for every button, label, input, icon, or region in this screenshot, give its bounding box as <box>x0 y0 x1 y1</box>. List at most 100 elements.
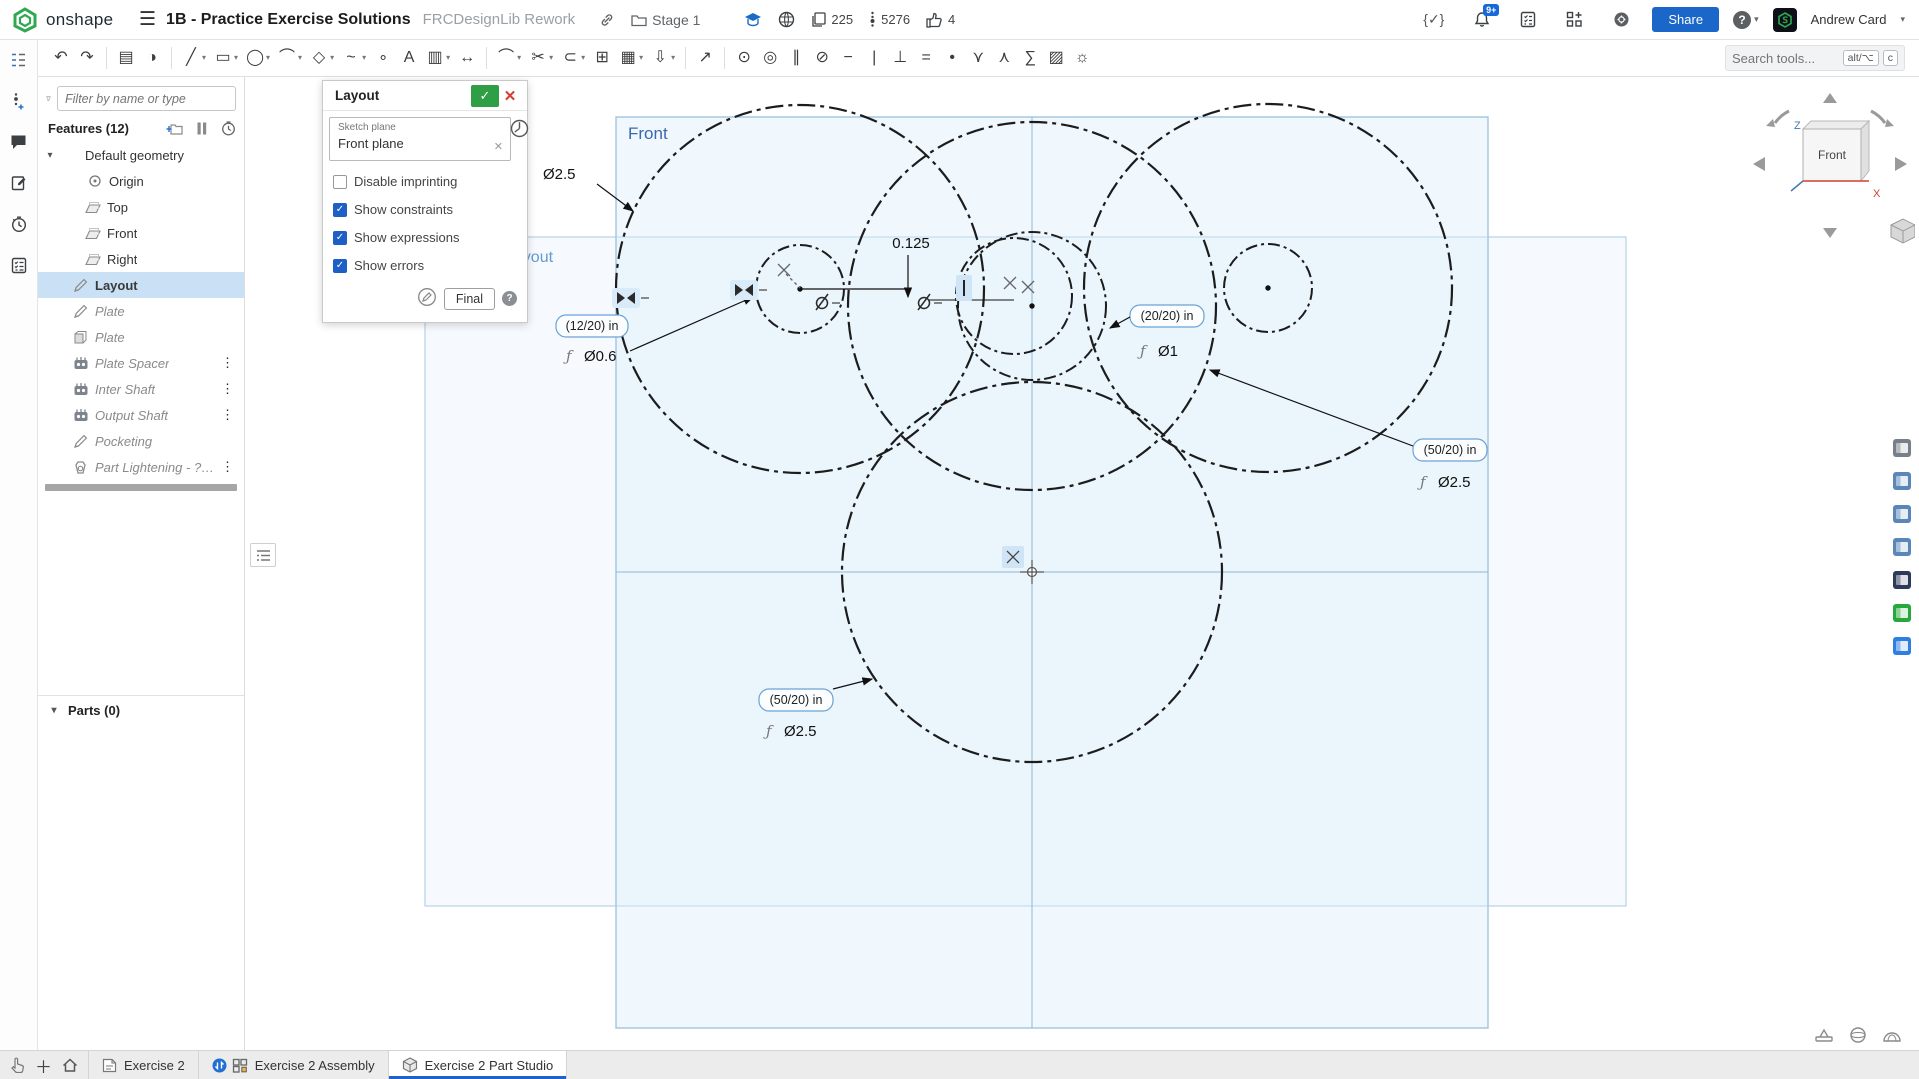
feature-row-plate[interactable]: Plate <box>38 324 244 350</box>
tool-chevron-down-icon[interactable]: ▾ <box>639 54 643 62</box>
midpoint-constraint-icon[interactable]: • <box>939 47 965 69</box>
feature-row-origin[interactable]: Origin <box>38 168 244 194</box>
feature-row-part-lightening[interactable]: Part Lightening - ? ... ⋮ <box>38 454 244 480</box>
perpendicular-constraint-icon[interactable]: ⊥ <box>887 47 913 69</box>
copies-stat[interactable]: 225 <box>811 12 853 28</box>
parts-header[interactable]: ▾ Parts (0) <box>38 695 244 725</box>
tool-chevron-down-icon[interactable]: ▾ <box>202 54 206 62</box>
panel-three-icon[interactable] <box>1891 536 1913 558</box>
tool-chevron-down-icon[interactable]: ▾ <box>671 54 675 62</box>
symmetric-constraint-icon[interactable]: ⋎ <box>965 47 991 69</box>
dxf-icon[interactable]: ⇩ ▾ <box>647 47 679 69</box>
drawing-panel-icon[interactable] <box>1891 635 1913 657</box>
link-icon[interactable] <box>599 12 615 28</box>
clear-selection-icon[interactable]: ✕ <box>494 140 503 153</box>
checkbox-row-show-errors[interactable]: ✓ Show errors <box>333 258 521 273</box>
feature-row-front[interactable]: Front <box>38 220 244 246</box>
curve-pattern-icon[interactable]: ∑ <box>1017 47 1043 69</box>
circle-tool-icon[interactable]: ◯ ▾ <box>242 47 274 69</box>
parallel-constraint-icon[interactable]: ∥ <box>783 47 809 69</box>
sphere-icon[interactable] <box>1847 1025 1869 1045</box>
offset-icon[interactable]: ⊂ ▾ <box>557 47 589 69</box>
checkbox-row-show-expressions[interactable]: ✓ Show expressions <box>333 230 521 245</box>
public-icon[interactable] <box>778 11 795 28</box>
user-chevron-down-icon[interactable]: ▾ <box>1900 14 1905 25</box>
cube-top-face[interactable] <box>1803 121 1869 129</box>
final-button[interactable]: Final <box>444 288 495 310</box>
equal-constraint-icon[interactable]: = <box>913 47 939 69</box>
feature-status-dots-icon[interactable]: ⋮ <box>221 407 238 423</box>
ai-advisor-icon[interactable] <box>1613 11 1630 28</box>
new-folder-icon[interactable] <box>166 122 183 136</box>
feature-status-dots-icon[interactable]: ⋮ <box>221 459 238 475</box>
filter-icon[interactable] <box>46 91 51 106</box>
roll-ccw-arrowhead[interactable] <box>1766 119 1775 127</box>
sketch-icon[interactable]: ▤ <box>113 47 139 69</box>
dia-top-left-text[interactable]: Ø2.5 <box>543 166 576 183</box>
hatch-icon[interactable]: ▨ <box>1043 47 1069 69</box>
rotate-left-arrow[interactable] <box>1753 157 1765 171</box>
views-stat[interactable]: 5276 <box>869 11 910 28</box>
tool-chevron-down-icon[interactable]: ▾ <box>549 54 553 62</box>
offset-dim-text[interactable]: 0.125 <box>892 235 930 252</box>
point-tool-icon[interactable]: ∘ <box>370 47 396 69</box>
origin-constraint-box[interactable] <box>1002 546 1024 568</box>
checkbox-row-disable-imprinting[interactable]: Disable imprinting <box>333 174 521 189</box>
tool-chevron-down-icon[interactable]: ▾ <box>581 54 585 62</box>
feature-row-pocketing[interactable]: Pocketing <box>38 428 244 454</box>
panel-one-icon[interactable] <box>1891 470 1913 492</box>
apps-icon[interactable] <box>1566 11 1583 28</box>
feature-row-inter-shaft[interactable]: Inter Shaft ⋮ <box>38 376 244 402</box>
dialog-header[interactable]: Layout ✓ ✕ <box>323 81 527 111</box>
sketch-dialog-icon[interactable] <box>417 287 437 310</box>
normal-constraint-icon[interactable]: ⋏ <box>991 47 1017 69</box>
view-cube-face-label[interactable]: Front <box>1818 148 1847 162</box>
notes-icon[interactable] <box>9 173 29 193</box>
document-tab-exercise-2-part-studio[interactable]: Exercise 2 Part Studio <box>389 1051 568 1079</box>
tool-chevron-down-icon[interactable]: ▾ <box>330 54 334 62</box>
tangent-constraint-icon[interactable]: ⊘ <box>809 47 835 69</box>
redo-icon[interactable]: ↷ <box>74 47 100 69</box>
tool-chevron-down-icon[interactable]: ▾ <box>362 54 366 62</box>
document-tab-exercise-2-assembly[interactable]: Exercise 2 Assembly <box>199 1051 389 1079</box>
accept-button[interactable]: ✓ <box>471 85 499 107</box>
history-clock-icon[interactable] <box>510 119 529 141</box>
folder-breadcrumb[interactable]: Stage 1 <box>631 12 700 28</box>
tool-chevron-down-icon[interactable]: ▾ <box>446 54 450 62</box>
document-tab-exercise-2[interactable]: Exercise 2 <box>88 1051 199 1079</box>
home-icon[interactable] <box>62 1058 78 1073</box>
coincident-constraint-icon[interactable]: ⊙ <box>731 47 757 69</box>
search-tools[interactable]: alt/⌥ c <box>1725 45 1905 71</box>
search-tools-input[interactable] <box>1732 51 1839 66</box>
undo-icon[interactable]: ↶ <box>48 47 74 69</box>
center-point-right[interactable] <box>1265 285 1270 290</box>
follow-icon[interactable] <box>9 255 29 275</box>
tool-chevron-down-icon[interactable]: ▾ <box>266 54 270 62</box>
rectangle-tool-icon[interactable]: ▭ ▾ <box>210 47 242 69</box>
likes-stat[interactable]: 4 <box>926 12 955 28</box>
sketch-plane-field[interactable]: Sketch plane Front plane ✕ <box>329 117 511 161</box>
share-button[interactable]: Share <box>1652 7 1719 32</box>
tool-chevron-down-icon[interactable]: ▾ <box>517 54 521 62</box>
versions-icon[interactable]: {✓} <box>1423 11 1444 28</box>
dialog-help-icon[interactable]: ? <box>502 291 517 306</box>
rollback-timer-icon[interactable] <box>221 121 236 136</box>
use-project-icon[interactable]: ▥ ▾ <box>422 47 454 69</box>
dimension-icon[interactable]: ↔ <box>454 47 480 69</box>
cube-right-face[interactable] <box>1861 121 1869 181</box>
cancel-button[interactable]: ✕ <box>499 85 521 107</box>
feature-row-right[interactable]: Right <box>38 246 244 272</box>
fillet-icon[interactable]: ⌒ ▾ <box>493 47 525 69</box>
add-tab-button[interactable]: ＋ <box>35 1053 52 1078</box>
roll-ccw-arrow[interactable] <box>1775 111 1789 123</box>
horizontal-constraint-icon[interactable]: − <box>835 47 861 69</box>
feature-row-default-geometry[interactable]: ▾ Default geometry <box>38 142 244 168</box>
edu-icon[interactable] <box>744 12 762 27</box>
comments-icon[interactable] <box>9 132 29 152</box>
isometric-home-icon[interactable] <box>1891 219 1915 243</box>
concentric-constraint-icon[interactable]: ◎ <box>757 47 783 69</box>
filter-input[interactable] <box>57 86 236 111</box>
roll-cw-arrowhead[interactable] <box>1885 119 1894 127</box>
tasks-icon[interactable] <box>1520 11 1536 28</box>
eraser-icon[interactable] <box>1813 1025 1835 1045</box>
